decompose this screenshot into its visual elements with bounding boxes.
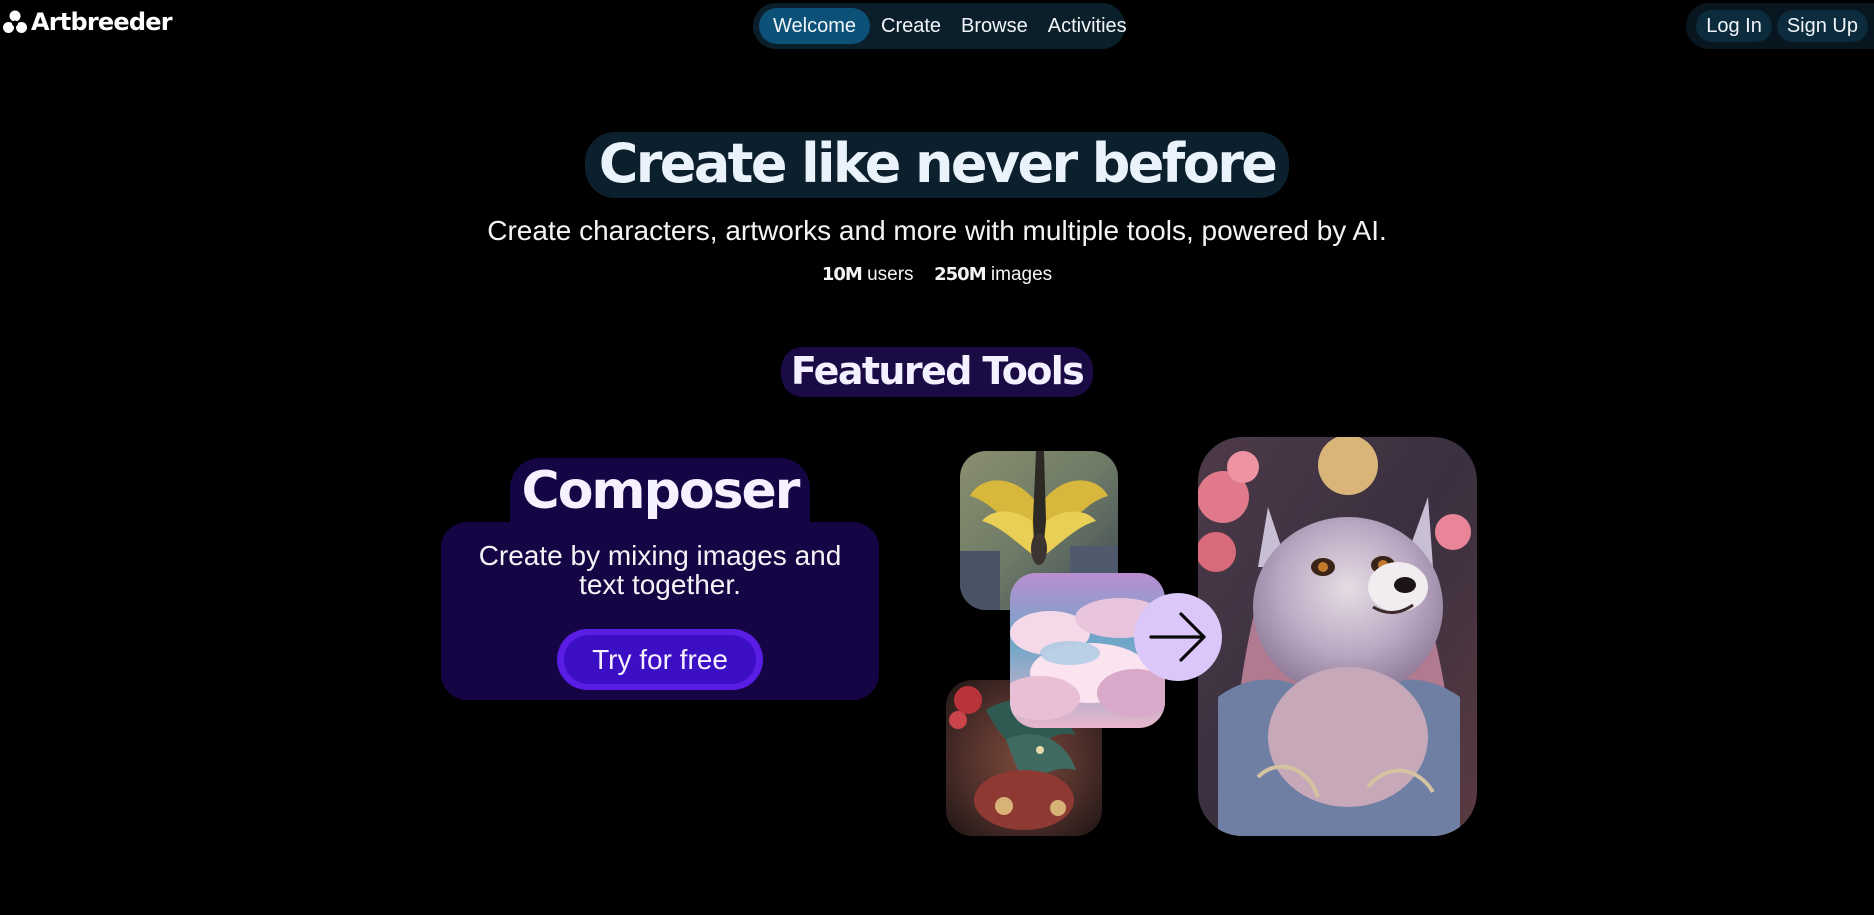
hero-subtitle: Create characters, artworks and more wit… — [487, 215, 1387, 246]
signup-button[interactable]: Sign Up — [1776, 10, 1868, 42]
main-nav: Welcome Create Browse Activities — [753, 3, 1127, 49]
artbreeder-logo-icon — [3, 10, 27, 33]
arrow-right-icon — [1134, 593, 1222, 681]
nav-tab-activities[interactable]: Activities — [1039, 8, 1136, 44]
featured-section: Featured Tools — [0, 347, 1874, 397]
hero-section: Create like never before — [0, 132, 1874, 198]
composer-title: Composer — [509, 458, 811, 528]
nav-tab-welcome[interactable]: Welcome — [759, 8, 870, 44]
composer-output-image-dog[interactable] — [1198, 437, 1477, 836]
composer-title-wrap: Composer — [441, 458, 879, 528]
composer-description: Create by mixing images and text togethe… — [478, 540, 842, 600]
images-count: 250M — [934, 264, 986, 285]
users-label: users — [867, 264, 914, 285]
try-for-free-button[interactable]: Try for free — [557, 629, 763, 690]
auth-nav: Log In Sign Up — [1686, 3, 1874, 49]
try-for-free-label: Try for free — [564, 635, 756, 684]
images-label: images — [990, 264, 1053, 285]
hero-stats: 10M users 250M images — [0, 263, 1874, 287]
nav-tab-browse[interactable]: Browse — [952, 8, 1037, 44]
featured-heading: Featured Tools — [780, 347, 1094, 397]
brand-name: Artbreeder — [31, 8, 173, 36]
login-button[interactable]: Log In — [1696, 10, 1772, 42]
hero-title: Create like never before — [584, 132, 1290, 198]
artbreeder-logo[interactable]: Artbreeder — [2, 8, 173, 36]
nav-tab-create[interactable]: Create — [872, 8, 950, 44]
users-count: 10M — [821, 264, 863, 285]
